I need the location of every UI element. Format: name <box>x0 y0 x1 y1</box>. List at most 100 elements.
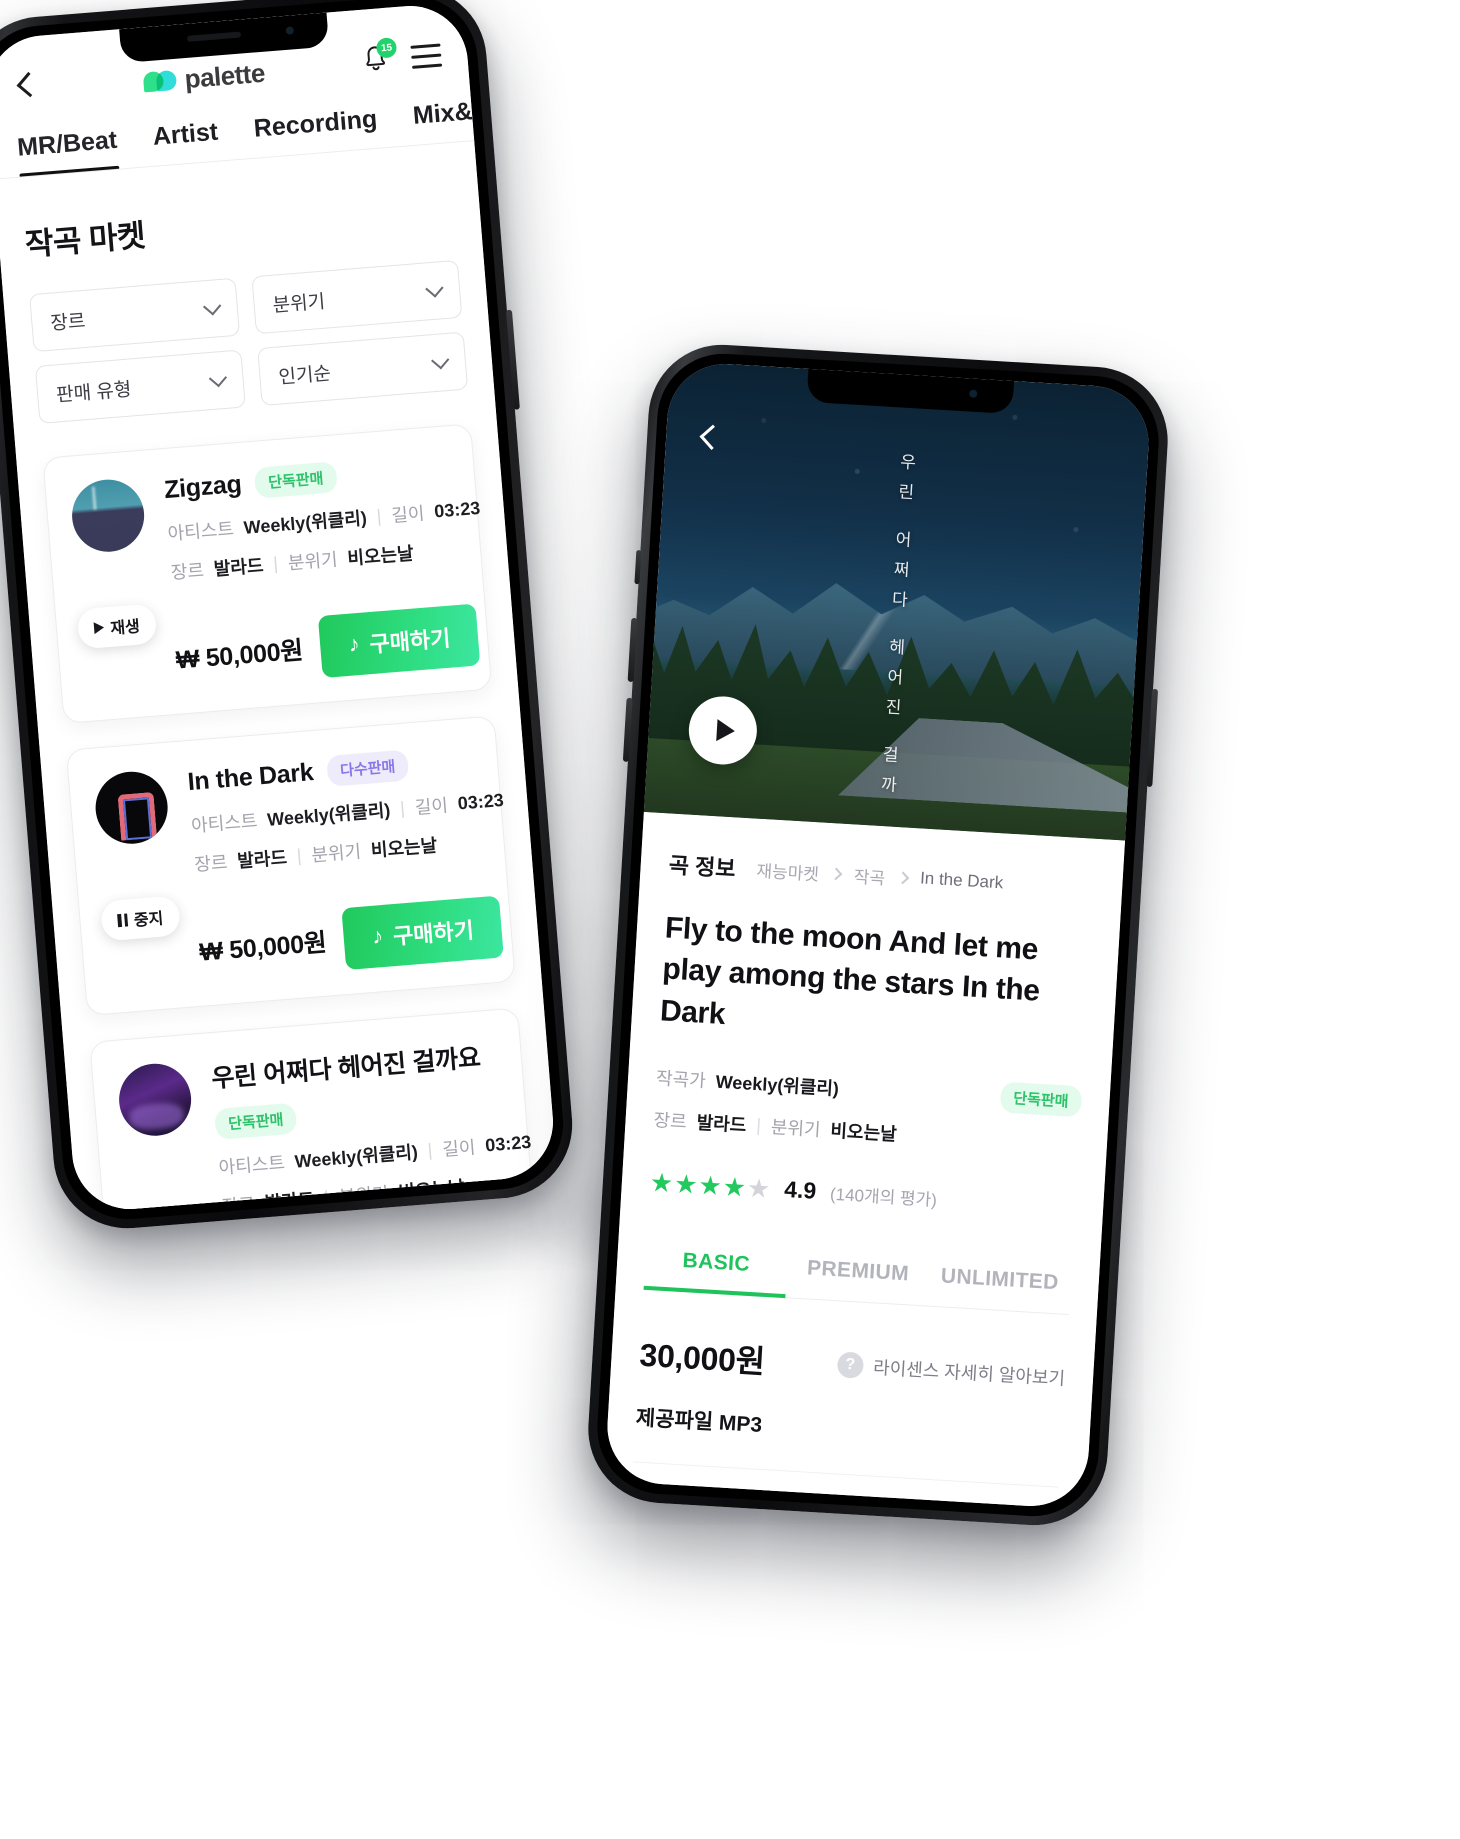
meta-divider: | <box>426 1139 434 1160</box>
front-camera <box>285 26 295 35</box>
buy-button[interactable]: ♪ 구매하기 <box>318 603 481 678</box>
filter-sale-type-label: 판매 유형 <box>55 378 133 406</box>
breadcrumb-item-composition[interactable]: 작곡 <box>853 862 886 889</box>
chevron-left-icon <box>16 71 42 98</box>
notification-badge: 15 <box>375 37 398 59</box>
artist-value: Weekly(위클리) <box>293 1141 419 1172</box>
tab-mix-mastering[interactable]: Mix&Mastering <box>412 97 474 145</box>
song-card[interactable]: In the Dark 다수판매 아티스트 Weekly(위클리) | 길이 0… <box>65 715 516 1016</box>
length-label: 길이 <box>441 1137 477 1160</box>
status-badge: 단독판매 <box>214 1102 298 1141</box>
song-card-top: Zigzag 단독판매 아티스트 Weekly(위클리) | 길이 03:23 <box>69 452 481 605</box>
song-card[interactable]: Zigzag 단독판매 아티스트 Weekly(위클리) | 길이 03:23 <box>42 423 493 724</box>
header-actions: 15 <box>360 37 443 76</box>
meta-divider: | <box>399 797 406 818</box>
genre-label: 장르 <box>653 1110 688 1133</box>
price-row: ₩ 50,000원 ♪ 구매하기 <box>171 578 481 690</box>
status-badge: 단독판매 <box>999 1081 1083 1118</box>
play-icon <box>715 719 735 743</box>
mood-label: 분위기 <box>287 549 339 574</box>
hero-back-button[interactable] <box>693 418 731 456</box>
plan-price: 30,000원 <box>638 1336 766 1381</box>
notification-button[interactable]: 15 <box>360 37 398 76</box>
artist-value: Weekly(위클리) <box>266 800 392 830</box>
genre-label: 장르 <box>170 560 205 583</box>
genre-value: 발라드 <box>696 1112 747 1136</box>
chevron-down-icon <box>208 368 228 387</box>
buy-button[interactable]: ♪ 구매하기 <box>341 895 505 971</box>
phone-right-song-detail: 우린 어쩌다 헤어진 걸까 곡 정보 재능마켓 작곡 In the Dark F… <box>584 340 1172 1530</box>
price-row: ₩ 50,000원 ♪ 구매하기 <box>195 870 505 982</box>
buy-button-label: 구매하기 <box>368 625 452 658</box>
phone-right-screen: 우린 어쩌다 헤어진 걸까 곡 정보 재능마켓 작곡 In the Dark F… <box>604 360 1152 1510</box>
tab-unlimited[interactable]: UNLIMITED <box>927 1248 1072 1314</box>
song-title: In the Dark <box>186 758 315 797</box>
tab-artist[interactable]: Artist <box>152 118 221 166</box>
pause-icon <box>117 912 129 927</box>
filter-sort[interactable]: 인기순 <box>257 331 469 407</box>
hamburger-menu-icon[interactable] <box>410 43 443 69</box>
song-meta-genre: 장르 발라드 | 분위기 비오는날 <box>170 536 457 585</box>
mood-value: 비오는날 <box>370 835 438 861</box>
length-value: 03:23 <box>456 789 505 814</box>
meta-divider: | <box>375 505 383 526</box>
chevron-down-icon <box>431 350 450 369</box>
genre-value: 발라드 <box>213 555 265 580</box>
artist-label: 아티스트 <box>166 518 235 544</box>
artist-value: Weekly(위클리) <box>242 507 368 538</box>
song-title: 우린 어쩌다 헤어진 걸까요 <box>210 1043 482 1094</box>
album-art <box>69 476 147 555</box>
song-name-row: In the Dark 다수판매 <box>187 744 475 798</box>
filter-sort-label: 인기순 <box>277 362 332 389</box>
chevron-down-icon <box>202 296 222 316</box>
play-button[interactable]: 재생 <box>76 603 158 650</box>
filter-sale-type[interactable]: 판매 유형 <box>34 349 246 424</box>
star-icon: ★ <box>721 1170 747 1203</box>
chevron-down-icon <box>425 278 444 298</box>
license-info-link[interactable]: ? 라이센스 자세히 알아보기 <box>836 1351 1066 1391</box>
pause-button[interactable]: 중지 <box>100 895 181 942</box>
song-detail-body: 곡 정보 재능마켓 작곡 In the Dark Fly to the moon… <box>604 811 1126 1510</box>
breadcrumb-item-talent-market[interactable]: 재능마켓 <box>756 856 820 885</box>
tab-premium[interactable]: PREMIUM <box>785 1239 930 1305</box>
composer-value: Weekly(위클리) <box>715 1071 840 1099</box>
phone-left-screen: palette 15 MR/Beat Artist Recording Mix&… <box>0 1 558 1214</box>
mood-value: 비오는날 <box>346 543 415 569</box>
buy-button-label: 구매하기 <box>392 917 475 950</box>
pause-button-label: 중지 <box>133 910 165 930</box>
status-badge: 다수판매 <box>325 749 410 787</box>
license-info-label: 라이센스 자세히 알아보기 <box>872 1357 1066 1390</box>
star-icon: ★ <box>649 1166 675 1198</box>
star-icon: ★ <box>697 1169 723 1201</box>
music-note-icon: ♪ <box>347 630 361 657</box>
artist-label: 아티스트 <box>217 1152 286 1178</box>
star-icon: ★ <box>673 1168 699 1200</box>
meta-divider: | <box>272 552 279 574</box>
artist-label: 아티스트 <box>190 810 259 836</box>
tab-mr-beat[interactable]: MR/Beat <box>16 126 119 177</box>
meta-divider: | <box>295 844 303 866</box>
market-body: 작곡 마켓 장르 분위기 판매 유형 인기순 Zigzag 단독판매 아티스트 … <box>0 141 558 1214</box>
earpiece-speaker <box>186 31 242 42</box>
tab-basic[interactable]: BASIC <box>644 1231 789 1297</box>
song-detail-title: Fly to the moon And let me play among th… <box>659 911 1041 1031</box>
length-value: 03:23 <box>484 1131 532 1155</box>
mood-value: 비오는날 <box>829 1120 898 1145</box>
back-button[interactable] <box>11 66 48 103</box>
chevron-left-icon <box>699 424 725 450</box>
screenshot-stage: palette 15 MR/Beat Artist Recording Mix&… <box>0 0 1460 1839</box>
mood-label: 분위기 <box>310 841 362 866</box>
song-info: In the Dark 다수판매 아티스트 Weekly(위클리) | 길이 0… <box>187 744 504 890</box>
song-hero-image: 우린 어쩌다 헤어진 걸까 <box>643 360 1152 841</box>
mood-label: 분위기 <box>770 1117 822 1141</box>
front-camera <box>969 389 978 398</box>
play-button-label: 재생 <box>109 618 141 638</box>
song-title: Zigzag <box>163 469 243 505</box>
song-price: ₩ 50,000원 <box>198 928 328 967</box>
status-badge: 단독판매 <box>254 461 338 499</box>
star-icon-empty: ★ <box>746 1172 772 1204</box>
brand-logo[interactable]: palette <box>46 49 363 105</box>
meta-divider: | <box>755 1114 762 1136</box>
rating-count: (140개의 평가) <box>829 1184 938 1211</box>
play-pill-wrap: 중지 <box>100 895 181 942</box>
